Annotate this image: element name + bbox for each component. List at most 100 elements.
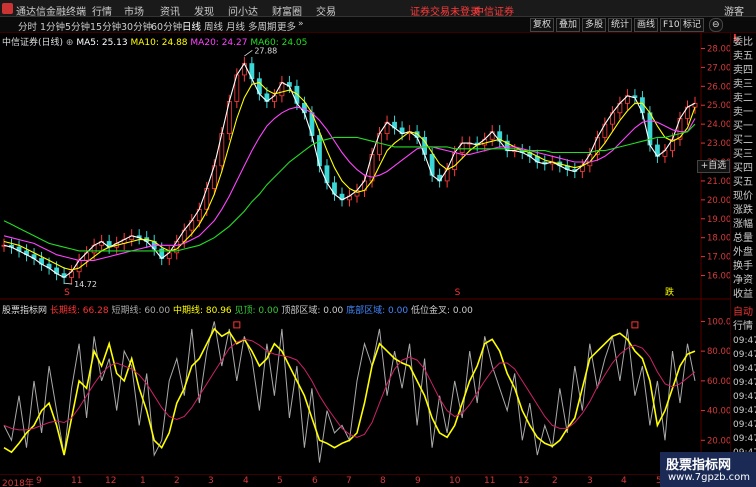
y-tick-label: 23.00 [707, 139, 730, 149]
period-more[interactable]: 更多 [277, 19, 296, 33]
ma5-label: MA5: 25.13 [76, 38, 128, 48]
tick-time: 09:47 [733, 378, 756, 388]
date-label: 3 [587, 476, 593, 486]
quote-price: 现价 [733, 191, 753, 202]
date-label: 10 [449, 476, 461, 486]
watermark: 股票指标网 www.7gpzb.com [660, 452, 756, 487]
date-label: 4 [621, 476, 627, 486]
tick-time: 09:47 [733, 406, 756, 416]
date-label: 2 [174, 476, 180, 486]
menu-market-quotes[interactable]: 行情 [92, 3, 112, 18]
quote-s1: 卖一 [733, 107, 753, 118]
menu-wealth-circle[interactable]: 财富圈 [272, 3, 302, 18]
date-label: 9 [36, 476, 42, 486]
y-tick-label: 19.00 [707, 215, 730, 225]
tick-time: 09:47 [733, 434, 756, 444]
low-golden-cross-label: 低位金叉: 0.00 [410, 306, 473, 316]
date-label: 7 [346, 476, 352, 486]
period-monthly[interactable]: 月线 [226, 19, 245, 33]
tick-time: 09:47 [733, 392, 756, 402]
overlay-button[interactable]: 叠加 [556, 18, 581, 32]
date-label: 2018年 [2, 479, 34, 487]
y-tick-label: 80.00 [707, 347, 730, 357]
quote-pct: 涨幅 [733, 219, 753, 230]
quote-s2: 卖二 [733, 93, 753, 104]
quote-netasset: 净资 [733, 275, 753, 286]
y-tick-label: 28.00 [707, 44, 730, 54]
y-tick-label: 26.00 [707, 82, 730, 92]
period-30min[interactable]: 30分钟 [121, 19, 152, 33]
watermark-title: 股票指标网 [666, 458, 732, 473]
realtime-auto[interactable]: 自动 [733, 307, 753, 319]
dropdown-icon[interactable]: ⊕ [66, 38, 76, 48]
price-chart[interactable]: 27.8814.7228.0027.0026.0025.0024.0023.00… [0, 33, 730, 300]
menu-market[interactable]: 市场 [124, 3, 144, 18]
add-favorite-tab[interactable]: +自选 [697, 160, 730, 173]
quote-outer: 外盘 [733, 247, 753, 258]
date-label: 12 [105, 476, 117, 486]
quote-wb: 委比 [733, 37, 753, 48]
y-tick-label: 17.00 [707, 253, 730, 263]
period-daily[interactable]: 日线 [182, 19, 201, 33]
indicator-chart[interactable]: 100.0 80.00 60.00 40.00 20.00 [0, 300, 730, 474]
ma20-label: MA20: 24.27 [190, 38, 248, 48]
indicator-legend: 股票指标网 长期线: 66.28 短期线: 60.00 中期线: 80.96 见… [2, 303, 473, 316]
short-line-label: 短期线: 60.00 [111, 306, 171, 316]
menu-discover[interactable]: 发现 [194, 3, 214, 18]
mark-button[interactable]: 标记 [680, 18, 705, 32]
quote-change: 涨跌 [733, 205, 753, 216]
more-arrow-icon[interactable]: » [298, 19, 304, 29]
period-1min[interactable]: 1分钟 [40, 19, 65, 33]
stats-button[interactable]: 统计 [608, 18, 633, 32]
date-label: 4 [243, 476, 249, 486]
tick-time: 09:47 [733, 350, 756, 360]
quote-b2: 买二 [733, 135, 753, 146]
period-weekly[interactable]: 周线 [204, 19, 223, 33]
menu-trade[interactable]: 交易 [316, 3, 336, 18]
signal-marker: 跌 [665, 287, 674, 298]
date-axis: 2018年9111212345678910111223456 [0, 474, 730, 487]
broker-name[interactable]: 中信证券 [474, 3, 514, 18]
date-label: 9 [415, 476, 421, 486]
date-label: 5 [277, 476, 283, 486]
indicator-title: 股票指标网 [2, 306, 48, 316]
quote-b4: 买四 [733, 163, 753, 174]
draw-line-button[interactable]: 画线 [634, 18, 659, 32]
period-multi[interactable]: 多周期 [248, 19, 277, 33]
chart-background [0, 33, 730, 300]
quote-turnover: 换手 [733, 261, 753, 272]
quote-s3: 卖三 [733, 79, 753, 90]
quote-b1: 买一 [733, 121, 753, 132]
low-label: 14.72 [74, 280, 97, 289]
y-tick-label: 40.00 [707, 407, 730, 417]
tick-time: 09:47 [733, 420, 756, 430]
menu-ask[interactable]: 问小达 [228, 3, 258, 18]
date-label: 1 [140, 476, 146, 486]
indicator-background [0, 300, 730, 474]
period-5min[interactable]: 5分钟 [65, 19, 90, 33]
top-zone-label: 顶部区域: 0.00 [281, 306, 344, 316]
period-tick[interactable]: 分时 [18, 19, 37, 33]
date-label: 12 [518, 476, 530, 486]
y-tick-label: 18.00 [707, 234, 730, 244]
y-tick-label: 60.00 [707, 377, 730, 387]
multi-stock-button[interactable]: 多股 [582, 18, 607, 32]
date-label: 11 [484, 476, 496, 486]
adjust-button[interactable]: 复权 [530, 18, 555, 32]
guest-user[interactable]: 游客 [724, 3, 744, 18]
period-15min[interactable]: 15分钟 [90, 19, 121, 33]
watermark-url: www.7gpzb.com [668, 472, 750, 483]
realtime-quotes[interactable]: 行情 [733, 321, 753, 333]
trade-login-alert[interactable]: 证券交易未登录 [410, 3, 480, 18]
y-tick-label: 25.00 [707, 101, 730, 111]
quote-b5: 买五 [733, 177, 753, 188]
date-label: 6 [312, 476, 318, 486]
period-60min[interactable]: 60分钟 [151, 19, 182, 33]
menu-bar: 通达信金融终端 行情 市场 资讯 发现 问小达 财富圈 交易 证券交易未登录 中… [0, 0, 756, 18]
menu-news[interactable]: 资讯 [160, 3, 180, 18]
zoom-out-icon[interactable]: ⊖ [709, 18, 723, 32]
y-tick-label: 27.00 [707, 63, 730, 73]
ma60-label: MA60: 24.05 [250, 38, 308, 48]
long-line-label: 长期线: 66.28 [49, 306, 109, 316]
ma-legend: 中信证券(日线) ⊕ MA5: 25.13 MA10: 24.88 MA20: … [2, 35, 307, 48]
